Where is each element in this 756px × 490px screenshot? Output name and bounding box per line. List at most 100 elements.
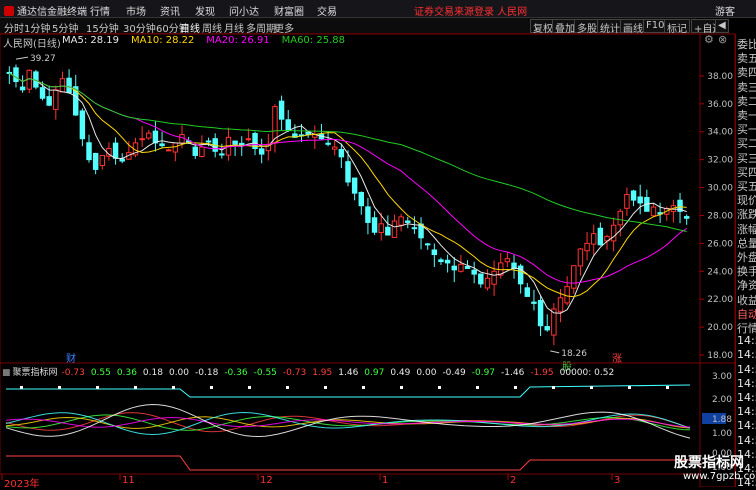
indicator-value: -1.95 xyxy=(530,368,554,378)
candle-body xyxy=(53,89,59,110)
settings-icon[interactable]: ⚙ xyxy=(704,33,714,46)
indicator-tick-label: 1.00 xyxy=(712,429,732,439)
quote-field-label[interactable]: 卖一 xyxy=(737,107,756,121)
indicator-value: -0.55 xyxy=(253,368,277,378)
indicator-value: -0.73 xyxy=(61,368,85,378)
quote-field-label[interactable]: 卖五 xyxy=(737,50,756,64)
candle-body xyxy=(219,153,225,156)
quote-field-label[interactable]: 14:50 xyxy=(737,334,756,348)
quote-field-label[interactable]: 卖四 xyxy=(737,64,756,78)
price-tick-label: 36.00 xyxy=(707,100,733,110)
candle-body xyxy=(92,152,99,170)
candle-body xyxy=(577,248,584,267)
quote-field-label[interactable]: 卖三 xyxy=(737,79,756,93)
quote-field-label[interactable]: 涨跌 xyxy=(737,206,756,220)
expand-icon[interactable]: ⊗ xyxy=(718,33,727,46)
candle-body xyxy=(484,277,491,289)
indicator-value: 0.18 xyxy=(142,368,163,378)
x-axis-label: 11 xyxy=(122,475,135,486)
quote-field-label[interactable]: 买五 xyxy=(737,178,756,192)
ma5-line xyxy=(9,72,687,314)
quote-field-label[interactable]: 买一 xyxy=(737,121,756,135)
x-axis-label: 2023年 xyxy=(4,479,40,490)
indicator-lines xyxy=(5,384,691,471)
x-axis-label: 1 xyxy=(382,475,389,486)
candle-body xyxy=(610,224,617,242)
quote-field-label[interactable]: 换手 xyxy=(737,263,756,277)
indicator-box-icon: ■ xyxy=(2,368,11,378)
quote-field-label[interactable]: 14:50 xyxy=(737,348,756,362)
candle-body xyxy=(278,100,285,120)
quote-field-label[interactable]: 卖二 xyxy=(737,93,756,107)
candle-body xyxy=(365,206,371,223)
indicator-value: 1.95 xyxy=(312,368,333,378)
indicator-dot xyxy=(134,386,137,389)
indicator-dot xyxy=(58,386,61,389)
candle-body xyxy=(571,265,577,289)
candle-body xyxy=(491,270,497,285)
candle-body xyxy=(139,138,145,141)
indicator-dot xyxy=(438,386,441,389)
candle-body xyxy=(245,138,252,141)
quote-field-label[interactable]: 总量 xyxy=(737,235,756,249)
quote-field-label[interactable]: 14:50 xyxy=(737,434,756,448)
quote-field-label[interactable]: 净资 xyxy=(737,277,756,291)
candle-body xyxy=(371,217,378,233)
candle-body xyxy=(285,119,291,131)
price-tick-label: 38.00 xyxy=(707,72,733,82)
candle-body xyxy=(451,265,457,271)
candle-body xyxy=(458,263,464,272)
quote-field-label[interactable]: 现价 xyxy=(737,192,756,206)
quote-field-label[interactable]: 14:50 xyxy=(737,405,756,419)
quote-field-label[interactable]: 14:50 xyxy=(737,377,756,391)
quote-field-label[interactable]: 14:50 xyxy=(737,419,756,433)
candle-body xyxy=(471,269,477,275)
candle-body xyxy=(146,132,152,139)
quote-field-label[interactable]: 委比 xyxy=(737,36,756,50)
quote-field-label[interactable]: 买四 xyxy=(737,164,756,178)
price-tick-label: 24.00 xyxy=(707,267,733,277)
candle-body xyxy=(438,259,444,263)
candle-body xyxy=(391,220,398,238)
high-marker-line xyxy=(15,56,29,60)
candle-body xyxy=(424,243,431,246)
indicator-value: -0.18 xyxy=(195,368,219,378)
candle-body xyxy=(13,67,19,82)
indicator-name[interactable]: 聚票指标网 xyxy=(13,368,58,378)
indicator-value: 0.00 xyxy=(168,368,190,378)
candle-body xyxy=(624,194,630,209)
candle-body xyxy=(544,326,550,331)
toolbar-button-8[interactable]: ◀ xyxy=(715,19,729,33)
quote-field-label[interactable]: 14:50 xyxy=(737,363,756,377)
chart-canvas[interactable]: 38.0036.0034.0032.0030.0028.0026.0024.00… xyxy=(0,0,756,487)
candle-body xyxy=(630,190,637,201)
indicator-tick-label: 2.00 xyxy=(712,395,732,405)
quote-field-label[interactable]: 外盘 xyxy=(737,249,756,263)
candle-body xyxy=(325,142,331,145)
indicator-value: -1.46 xyxy=(501,368,525,378)
indicator-dot xyxy=(628,386,631,389)
candle-body xyxy=(531,301,537,304)
toolbar-button-6[interactable]: 标记 xyxy=(664,19,690,35)
quote-field-label[interactable]: 收益 xyxy=(737,292,756,306)
indicator-upper-band xyxy=(6,384,691,398)
quote-field-label[interactable]: 14:50 xyxy=(737,391,756,405)
candle-body xyxy=(537,299,544,327)
indicator-dot xyxy=(324,386,327,389)
indicator-value: 1.46 xyxy=(338,368,359,378)
low-marker-label: 18.26 xyxy=(561,349,587,359)
indicator-dot xyxy=(248,386,251,389)
quote-field-label[interactable]: 行情 xyxy=(737,320,756,334)
quote-field-label[interactable]: 买二 xyxy=(737,135,756,149)
indicator-value: 0.97 xyxy=(364,368,385,378)
indicator-value: 00000: 0.52 xyxy=(559,368,615,378)
quote-field-label[interactable]: 买三 xyxy=(737,150,756,164)
price-tick-label: 30.00 xyxy=(707,184,733,194)
candle-body xyxy=(66,77,72,94)
indicator-value: -0.36 xyxy=(224,368,248,378)
quote-field-label[interactable]: 自动 xyxy=(737,306,756,320)
quote-field-label[interactable]: 涨幅 xyxy=(737,221,756,235)
candle-body xyxy=(172,142,179,153)
indicator-value: 0.55 xyxy=(90,368,111,378)
candle-body xyxy=(79,110,86,140)
